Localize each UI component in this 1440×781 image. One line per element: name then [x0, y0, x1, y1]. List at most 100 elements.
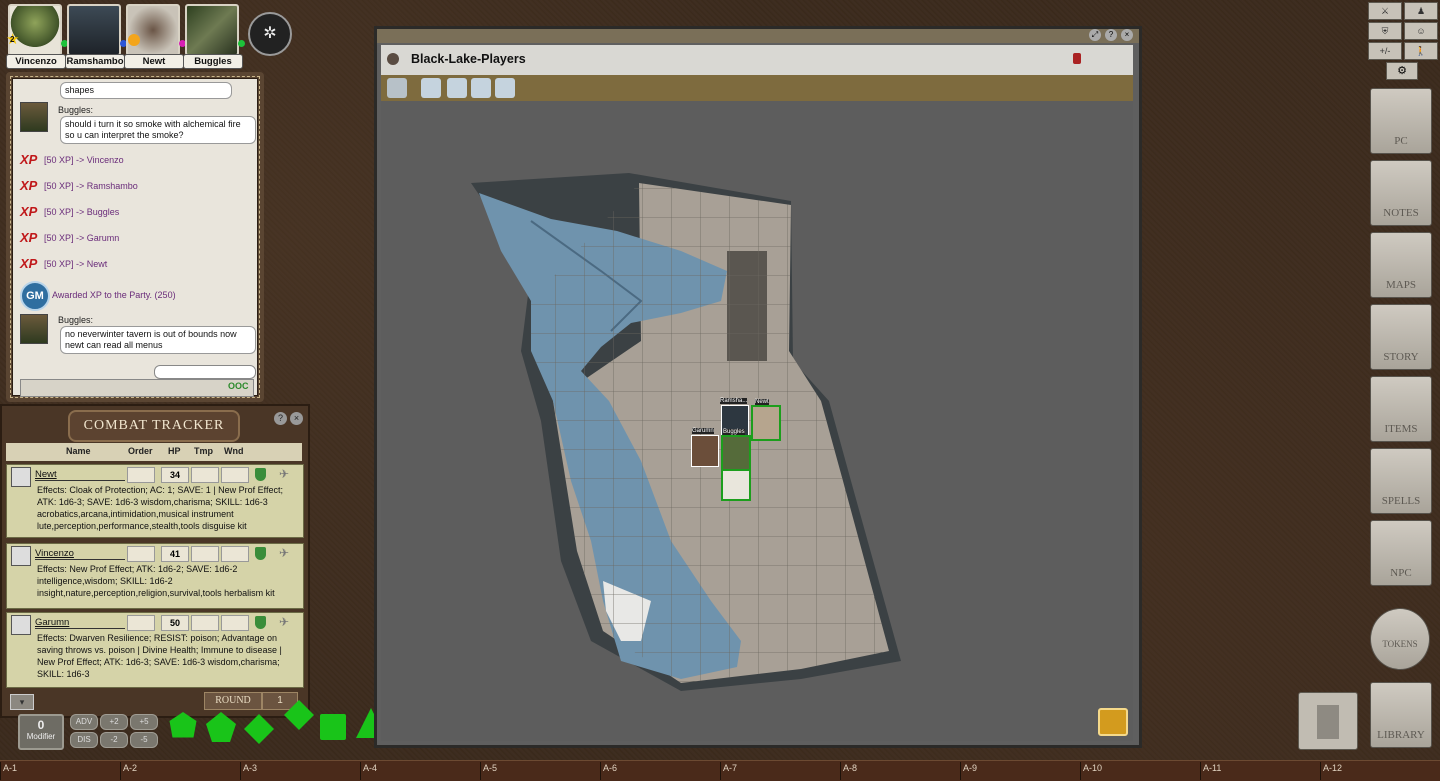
hotkey-slot[interactable]: A-7 [720, 762, 839, 780]
hotkey-slot[interactable]: A-2 [120, 762, 239, 780]
wounds-field[interactable] [221, 546, 249, 562]
person-icon[interactable]: 🚶 [1404, 42, 1438, 60]
hotkey-slot[interactable]: A-1 [0, 762, 119, 780]
targeting-icon[interactable]: ✈ [279, 615, 293, 629]
hp-field[interactable]: 50 [161, 615, 189, 631]
sidebar-library[interactable]: LIBRARY [1370, 682, 1432, 748]
modifiers-button[interactable]: +/- [1368, 42, 1402, 60]
temp-hp-field[interactable] [191, 615, 219, 631]
plus-two-button[interactable]: +2 [100, 714, 128, 730]
map-token[interactable]: Newt [751, 399, 781, 441]
hotkey-label: A-11 [1203, 763, 1222, 773]
temp-hp-field[interactable] [191, 467, 219, 483]
combatant-name[interactable]: Newt [35, 469, 125, 481]
targeting-icon[interactable]: ✈ [279, 467, 293, 481]
column-header: HP [168, 446, 181, 456]
hotkey-slot[interactable]: A-11 [1200, 762, 1319, 780]
help-icon[interactable]: ? [1105, 29, 1117, 41]
order-field[interactable] [127, 546, 155, 562]
map-token[interactable]: Buggles [721, 429, 751, 471]
map-token[interactable] [721, 469, 751, 501]
close-icon[interactable]: × [290, 412, 303, 425]
combat-row[interactable]: Vincenzo 41 ✈ Effects: New Prof Effect; … [6, 543, 304, 609]
hp-field[interactable]: 34 [161, 467, 189, 483]
portrait-vincenzo[interactable]: ★ 2 Vincenzo [6, 4, 68, 69]
sidebar-items[interactable]: ITEMS [1370, 376, 1432, 442]
hp-field[interactable]: 41 [161, 546, 189, 562]
order-field[interactable] [127, 467, 155, 483]
chat-input[interactable] [20, 379, 254, 397]
shield-icon[interactable] [255, 616, 266, 629]
sidebar-spells[interactable]: SPELLS [1370, 448, 1432, 514]
ooc-toggle[interactable]: OOC [228, 381, 249, 391]
flag-icon[interactable] [471, 78, 491, 98]
combat-row[interactable]: Garumn 50 ✈ Effects: Dwarven Resilience;… [6, 612, 304, 688]
chat-message: Awarded XP to the Party. (250) [52, 290, 176, 300]
portrait-ramshambo[interactable]: Ramshambo [65, 4, 127, 69]
hotkey-slot[interactable]: A-9 [960, 762, 1079, 780]
hotkey-slot[interactable]: A-12 [1320, 762, 1439, 780]
sidebar-story[interactable]: STORY [1370, 304, 1432, 370]
hotkey-slot[interactable]: A-8 [840, 762, 959, 780]
chat-message: [50 XP] -> Buggles [44, 207, 120, 217]
hotkey-slot[interactable]: A-4 [360, 762, 479, 780]
speaker-dropdown[interactable] [154, 365, 256, 379]
target-icon[interactable] [421, 78, 441, 98]
combatant-name[interactable]: Vincenzo [35, 548, 125, 560]
modifier-box[interactable]: 0 Modifier [18, 714, 64, 750]
close-icon[interactable]: × [1121, 29, 1133, 41]
mask-icon[interactable] [495, 78, 515, 98]
wounds-field[interactable] [221, 615, 249, 631]
portrait-buggles[interactable]: Buggles [183, 4, 245, 69]
minus-two-button[interactable]: -2 [100, 732, 128, 748]
dis-button[interactable]: DIS [70, 732, 98, 748]
plus-five-button[interactable]: +5 [130, 714, 158, 730]
map-token[interactable]: Garumn [691, 428, 719, 467]
help-icon[interactable]: ? [274, 412, 287, 425]
party-icon[interactable]: ♟ [1404, 2, 1438, 20]
combatant-name[interactable]: Garumn [35, 617, 125, 629]
dice-tower-icon[interactable]: ✲ [248, 12, 292, 56]
tower-icon[interactable] [1298, 692, 1358, 750]
grid-icon[interactable] [387, 78, 407, 98]
targeting-icon[interactable]: ✈ [279, 546, 293, 560]
temp-hp-field[interactable] [191, 546, 219, 562]
no-los-icon[interactable] [447, 78, 467, 98]
portrait-image [8, 4, 62, 56]
map-canvas[interactable]: Ramsha... Newt Garumn Buggles [381, 101, 1133, 741]
token-label: Newt [755, 399, 769, 405]
expand-icon[interactable] [1098, 708, 1128, 736]
lock-icon[interactable] [1073, 53, 1081, 64]
token-thumbnail [11, 615, 31, 635]
adv-button[interactable]: ADV [70, 714, 98, 730]
sidebar-npc[interactable]: NPC [1370, 520, 1432, 586]
combat-row[interactable]: Newt 34 ✈ Effects: Cloak of Protection; … [6, 464, 304, 538]
sidebar-tokens[interactable]: TOKENS [1370, 608, 1430, 670]
xp-icon: XP [20, 230, 38, 245]
map-record-icon[interactable] [387, 53, 399, 65]
sword-icon[interactable]: ⚔ [1368, 2, 1402, 20]
portrait-newt[interactable]: Newt [124, 4, 186, 69]
hotkey-slot[interactable]: A-10 [1080, 762, 1199, 780]
link-icon[interactable]: ⤢ [1089, 29, 1101, 41]
chat-bubble: no neverwinter tavern is out of bounds n… [60, 326, 256, 354]
d6-die-icon[interactable] [320, 714, 346, 740]
hotkey-slot[interactable]: A-6 [600, 762, 719, 780]
portrait-name: Ramshambo [65, 54, 125, 69]
order-field[interactable] [127, 615, 155, 631]
shield-icon[interactable] [255, 468, 266, 481]
sidebar-notes[interactable]: NOTES [1370, 160, 1432, 226]
hotkey-slot[interactable]: A-3 [240, 762, 359, 780]
hotkey-slot[interactable]: A-5 [480, 762, 599, 780]
shield-icon[interactable]: ⛨ [1368, 22, 1402, 40]
minus-five-button[interactable]: -5 [130, 732, 158, 748]
collapse-button[interactable]: ▾ [10, 694, 34, 710]
sidebar-pc[interactable]: PC [1370, 88, 1432, 154]
sidebar-maps[interactable]: MAPS [1370, 232, 1432, 298]
wounds-field[interactable] [221, 467, 249, 483]
mask-icon[interactable]: ☺ [1404, 22, 1438, 40]
shield-icon[interactable] [255, 547, 266, 560]
hotkey-label: A-4 [363, 763, 378, 773]
gear-icon[interactable]: ⚙ [1386, 62, 1418, 80]
hotkey-label: A-5 [483, 763, 498, 773]
